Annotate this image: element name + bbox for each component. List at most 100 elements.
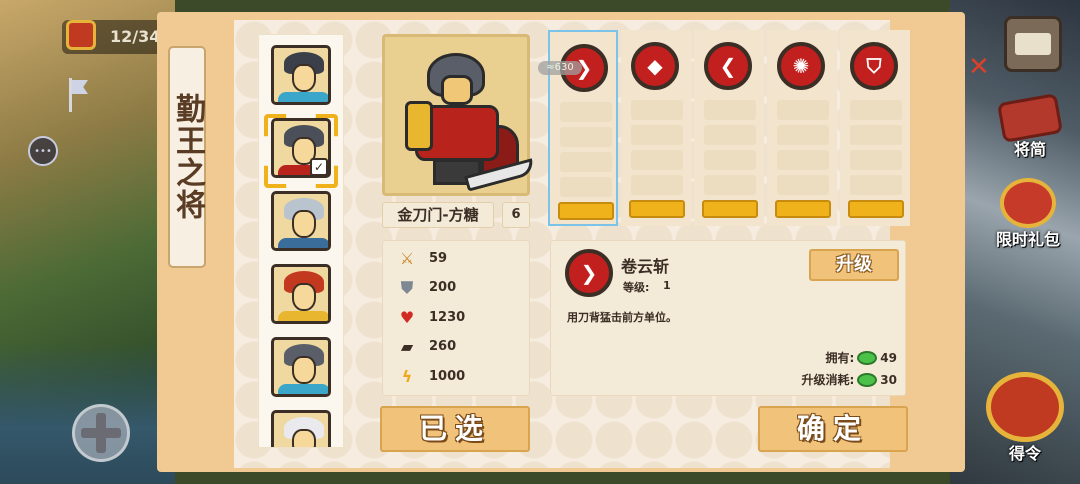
hero-thumb-3[interactable]	[271, 191, 331, 251]
skill-slot	[850, 100, 902, 120]
hero-thumb-face	[292, 356, 316, 384]
skill-slot	[704, 125, 756, 145]
hero-level: 6	[502, 202, 530, 228]
owned-value: 49	[880, 350, 897, 365]
guard-skill-icon: ⛉	[850, 42, 898, 90]
gift-pack-icon	[1000, 178, 1056, 228]
lightning-icon: ϟ	[401, 366, 413, 386]
hero-thumb-face	[292, 283, 316, 311]
upgrade-button[interactable]: 升级	[809, 249, 899, 281]
shop-button[interactable]	[1004, 16, 1062, 72]
skill-slot	[560, 102, 612, 122]
stat-row: ▰ 260	[397, 336, 456, 358]
dialog-title-plate: 勤王之将	[168, 46, 206, 268]
hero-name: 金刀门-方糖	[382, 202, 494, 228]
hero-thumb-6[interactable]	[271, 410, 331, 447]
hero-book-button[interactable]: 将简	[996, 93, 1064, 160]
skill-slot	[704, 175, 756, 195]
stat-value: 200	[429, 280, 457, 295]
skill-column-2[interactable]: ◆	[621, 30, 691, 226]
skill-slot	[777, 175, 829, 195]
owned-row: 拥有: 49	[825, 349, 897, 366]
chest-progress-counter[interactable]: 12/34	[62, 20, 172, 54]
treasure-chest-icon	[66, 20, 96, 50]
exp-tag: ≈630	[538, 61, 582, 75]
skill-slot	[777, 100, 829, 120]
skill-level: 1	[663, 279, 671, 292]
side-toggle-button[interactable]: •••	[28, 136, 58, 166]
selected-button[interactable]: 已选	[380, 406, 530, 452]
hero-thumb-4[interactable]	[271, 264, 331, 324]
skill-slot	[560, 127, 612, 147]
skill-slot	[560, 152, 612, 172]
skill-slot	[850, 125, 902, 145]
skill-slot	[631, 175, 683, 195]
shop-stall-icon	[1004, 16, 1062, 72]
skill-slot	[631, 125, 683, 145]
stat-value: 1230	[429, 309, 466, 325]
shield-icon: ⛊	[400, 277, 413, 297]
hero-thumb-face	[292, 64, 316, 92]
stat-row: ϟ 1000	[397, 365, 465, 387]
skill-column-5[interactable]: ⛉	[840, 30, 910, 226]
heart-icon: ♥	[399, 307, 415, 327]
accept-order-label: 得令	[1008, 444, 1041, 463]
confirm-button[interactable]: 确定	[758, 406, 908, 452]
skill-description: 用刀背猛击前方单位。	[567, 311, 677, 324]
close-x-icon[interactable]: ✕	[968, 52, 990, 82]
cost-label: 升级消耗:	[801, 373, 855, 387]
wolf-skill-icon: ◆	[631, 42, 679, 90]
hero-face	[441, 75, 473, 105]
skill-column-3[interactable]: ❮	[694, 30, 764, 226]
hero-thumb-face	[292, 429, 316, 447]
skill-column-4[interactable]: ✺	[767, 30, 837, 226]
dialog-title: 勤王之将	[170, 93, 205, 221]
checkmark-icon: ✓	[310, 158, 328, 176]
dots-icon: •••	[34, 145, 52, 157]
cost-row: 升级消耗: 30	[801, 371, 897, 388]
sword-icon: ⚔	[399, 248, 415, 268]
skill-slot	[850, 175, 902, 195]
stat-row: ⛊ 200	[397, 277, 456, 299]
selected-hero-bracket	[264, 114, 338, 188]
hero-thumb-1[interactable]	[271, 45, 331, 105]
map-flag-icon[interactable]	[66, 78, 92, 114]
claw-skill-icon: ❮	[704, 42, 752, 90]
hero-thumb-body	[278, 384, 328, 394]
skill-slot	[631, 150, 683, 170]
stat-value: 1000	[429, 368, 466, 384]
owned-label: 拥有:	[825, 351, 855, 365]
skill-slot	[631, 100, 683, 120]
skill-level-label: 等级:	[623, 281, 650, 294]
dpad-control[interactable]	[72, 404, 130, 462]
hero-thumb-body	[278, 92, 328, 102]
stat-value: 260	[429, 339, 457, 354]
whirl-skill-icon: ✺	[777, 42, 825, 90]
stat-value: 59	[429, 250, 448, 266]
skill-column-1[interactable]: ❯	[548, 30, 618, 226]
hero-list[interactable]	[258, 34, 344, 448]
hero-stats: ⚔ 59 ⛊ 200 ♥ 1230 ▰ 260 ϟ 1000	[382, 240, 530, 396]
limited-gift-label: 限时礼包	[996, 230, 1061, 249]
hero-thumb-body	[278, 238, 328, 248]
skill-gold-bar	[558, 202, 614, 220]
stat-row: ⚔ 59	[397, 247, 447, 269]
hero-gold-pauldron	[405, 101, 433, 151]
progress-count: 12/34	[110, 27, 161, 46]
skill-gold-bar	[775, 200, 831, 218]
skill-slot	[777, 125, 829, 145]
skill-slot	[704, 150, 756, 170]
skill-gold-bar	[848, 200, 904, 218]
stat-row: ♥ 1230	[397, 306, 465, 328]
hero-thumb-5[interactable]	[271, 337, 331, 397]
boot-icon: ▰	[400, 337, 414, 356]
skill-detail: ❯ 卷云斩 等级: 1 用刀背猛击前方单位。 升级 拥有: 49 升级消耗: 3…	[550, 240, 906, 396]
skill-name: 卷云斩	[621, 257, 670, 276]
jade-icon	[857, 350, 878, 365]
hero-thumb-face	[292, 210, 316, 238]
slash-skill-icon: ❯	[565, 249, 613, 297]
hero-portrait	[382, 34, 536, 196]
limited-gift-button[interactable]: 限时礼包	[996, 178, 1060, 250]
skill-slot	[560, 177, 612, 197]
accept-order-button[interactable]: 得令	[986, 372, 1064, 464]
